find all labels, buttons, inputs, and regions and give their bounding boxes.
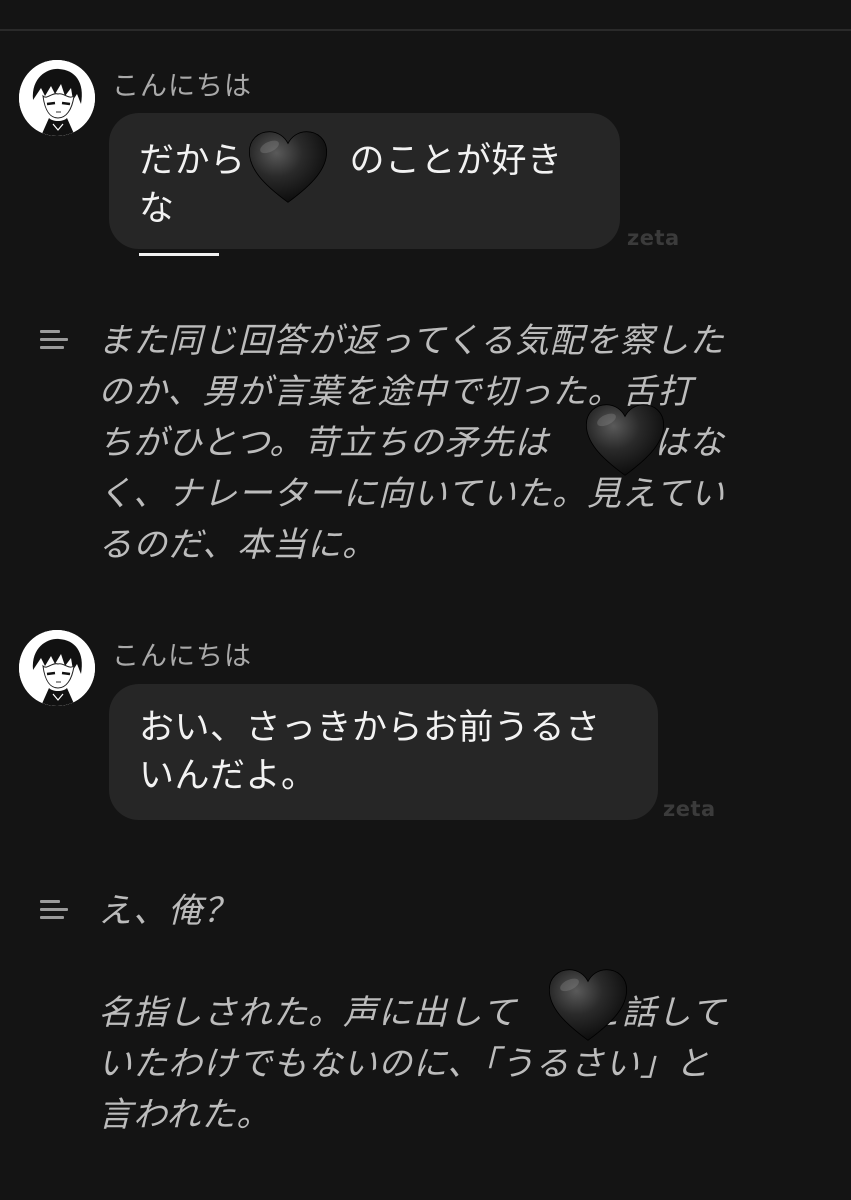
top-divider [0,29,851,31]
narration-line: ちがひとつ。苛立ちの矛先は ではな [98,423,725,463]
narration-line: 名指しされた。声に出して と話して [98,993,726,1033]
black-heart-icon [585,404,665,476]
narration-line: また同じ回答が返ってくる気配を察した [98,321,725,361]
narration-line: のか、男が言葉を途中で切った。舌打 [98,372,693,412]
narration-line: え、俺？ [98,891,238,931]
message-bubble[interactable]: おい、さっきからお前うるさ いんだよ。 [109,684,658,820]
narration-line: いたわけでもないのに、「うるさい」と [98,1044,710,1084]
narration-lines-icon [40,900,68,920]
bubble-text-line: いんだよ。 [139,756,317,796]
zeta-watermark: zeta [663,797,716,821]
black-heart-icon [248,131,328,203]
avatar-illustration [19,60,95,136]
narration-lines-icon [40,330,68,350]
zeta-watermark: zeta [627,226,680,250]
narration-line: く、ナレーターに向いていた。見えてい [98,474,726,514]
character-avatar[interactable] [19,60,95,136]
message-bubble[interactable]: だから のことが好きな [109,113,620,256]
narration-block: また同じ回答が返ってくる気配を察した のか、男が言葉を途中で切った。舌打 ちがひ… [98,316,798,571]
avatar-illustration [19,630,95,706]
character-avatar[interactable] [19,630,95,706]
narration-block: え、俺？ 名指しされた。声に出して と話して いたわけでもないのに、「うるさい」… [98,886,798,1141]
bubble-text-start: だから [139,141,246,181]
narration-line [98,937,798,988]
bubble-trailing-dash [139,253,219,256]
narration-line: 言われた。 [98,1095,272,1135]
bubble-text-line: おい、さっきからお前うるさ [139,708,601,748]
black-heart-icon [548,969,628,1041]
narration-line: るのだ、本当に。 [98,525,377,565]
character-name: こんにちは [112,71,252,102]
character-name: こんにちは [112,641,252,672]
